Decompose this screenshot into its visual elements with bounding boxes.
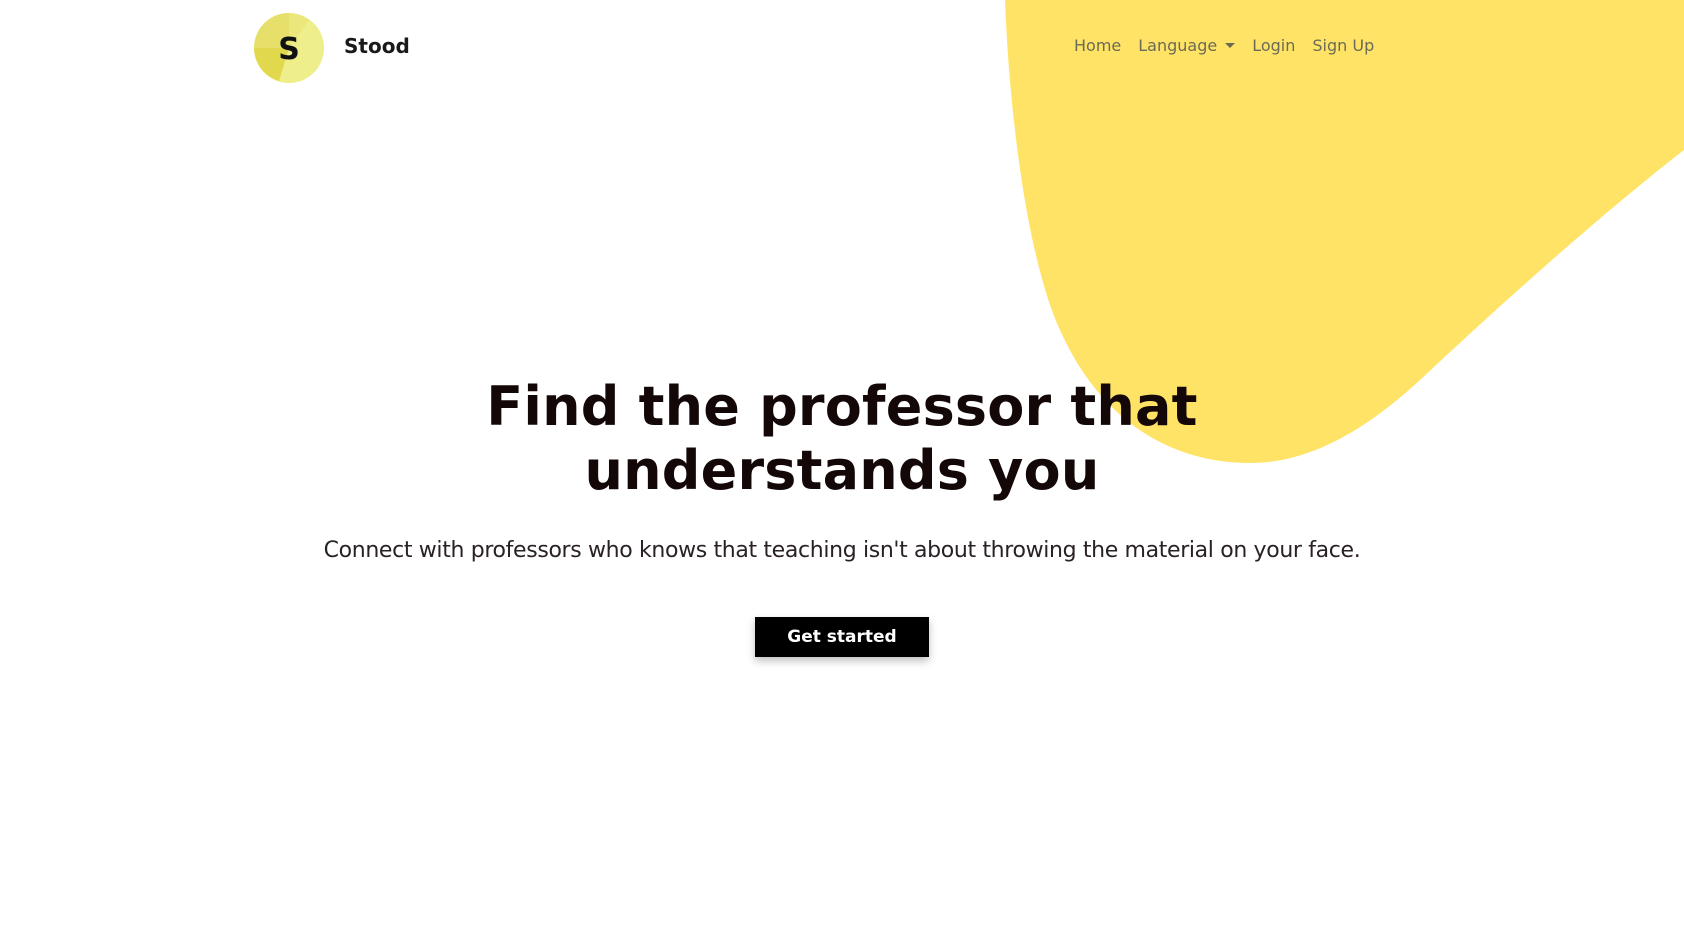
nav-signup-link[interactable]: Sign Up: [1312, 36, 1374, 55]
nav-language-dropdown[interactable]: Language: [1138, 36, 1236, 55]
nav-login-link[interactable]: Login: [1252, 36, 1295, 55]
nav-links: Home Language Login Sign Up: [1074, 36, 1374, 55]
hero-subtitle: Connect with professors who knows that t…: [323, 538, 1361, 563]
get-started-button[interactable]: Get started: [755, 617, 929, 657]
brand-home-link[interactable]: S Stood: [254, 13, 410, 83]
brand-name: Stood: [344, 34, 410, 58]
stood-logo-icon: S: [254, 13, 324, 83]
logo-letter: S: [278, 32, 300, 67]
hero-section: Find the professor that understands you …: [0, 375, 1684, 657]
nav-home-link[interactable]: Home: [1074, 36, 1121, 55]
caret-down-icon: [1225, 43, 1236, 48]
landing-page: S Stood Home Language Login Sign Up Find…: [0, 0, 1684, 948]
hero-title: Find the professor that understands you: [486, 375, 1198, 502]
nav-language-label: Language: [1138, 36, 1218, 55]
top-navbar: S Stood Home Language Login Sign Up: [0, 0, 1684, 95]
